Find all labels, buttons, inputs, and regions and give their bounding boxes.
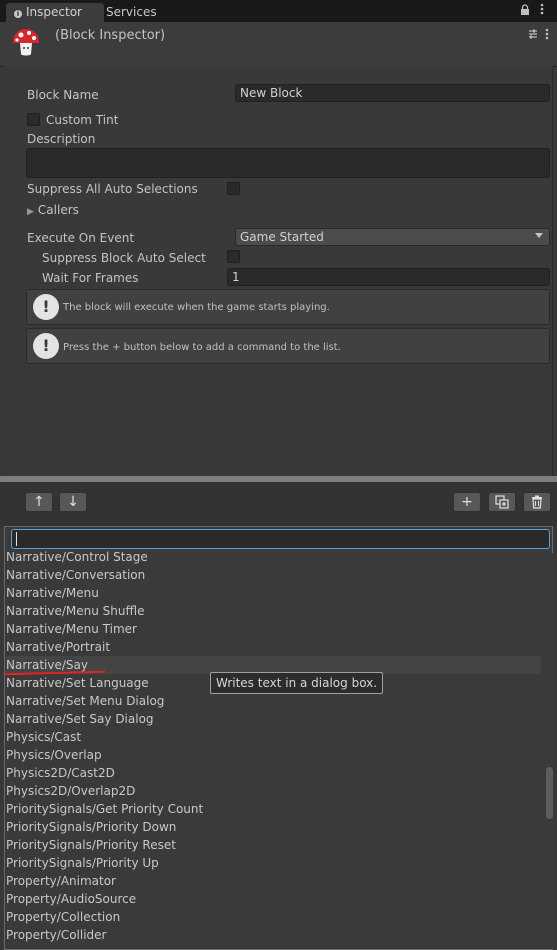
move-up-button[interactable]: ↑	[25, 492, 53, 512]
lock-icon[interactable]	[520, 4, 530, 19]
page-title: (Block Inspector)	[55, 28, 166, 43]
execute-label: Execute On Event	[27, 231, 135, 245]
inspector-header: (Block Inspector)	[0, 22, 557, 67]
custom-tint-label: Custom Tint	[46, 113, 119, 127]
tooltip: Writes text in a dialog box.	[210, 672, 384, 694]
move-down-button[interactable]: ↓	[59, 492, 87, 512]
help-text-execute: The block will execute when the game sta…	[63, 302, 330, 313]
help-box-execute: ! The block will execute when the game s…	[26, 289, 550, 325]
custom-tint-checkbox[interactable]	[27, 113, 40, 126]
tab-inspector[interactable]: i Inspector	[6, 3, 104, 22]
duplicate-command-button[interactable]	[488, 492, 516, 512]
list-item[interactable]: Property/Collider	[6, 926, 541, 944]
wait-frames-field[interactable]: 1	[227, 268, 550, 286]
trash-icon	[532, 495, 542, 509]
execute-dropdown-value: Game Started	[240, 230, 324, 244]
description-field[interactable]	[26, 148, 550, 178]
list-item[interactable]: Property/AudioSource	[6, 890, 541, 908]
description-label: Description	[27, 132, 96, 146]
menu-dots-icon[interactable]	[540, 3, 544, 18]
callers-foldout[interactable]: ▶ Callers	[27, 203, 79, 217]
list-item[interactable]: Narrative/Set Say Dialog	[6, 710, 541, 728]
tab-services[interactable]: Services	[98, 3, 165, 22]
tab-inspector-label: Inspector	[26, 5, 82, 19]
chevron-down-icon	[535, 233, 543, 238]
list-item[interactable]: Physics2D/Cast2D	[6, 764, 541, 782]
list-item[interactable]: PrioritySignals/Priority Up	[6, 854, 541, 872]
list-item[interactable]: PrioritySignals/Get Priority Count	[6, 800, 541, 818]
list-item[interactable]: Narrative/Menu	[6, 584, 541, 602]
list-item[interactable]: Narrative/Conversation	[6, 566, 541, 584]
header-menu-icon[interactable]	[545, 28, 549, 43]
list-item[interactable]: Narrative/Menu Shuffle	[6, 602, 541, 620]
suppress-block-label: Suppress Block Auto Select	[42, 251, 206, 265]
list-item[interactable]: PrioritySignals/Priority Down	[6, 818, 541, 836]
text-caret	[16, 532, 17, 546]
list-item[interactable]: Property/Collection	[6, 908, 541, 926]
block-name-label: Block Name	[27, 88, 99, 102]
warning-icon: !	[33, 294, 59, 320]
wait-frames-label: Wait For Frames	[42, 271, 139, 285]
list-item[interactable]: Physics2D/Overlap2D	[6, 782, 541, 800]
delete-command-button[interactable]	[523, 492, 551, 512]
triangle-right-icon: ▶	[27, 207, 34, 217]
list-item[interactable]: Physics/Overlap	[6, 746, 541, 764]
execute-dropdown[interactable]: Game Started	[235, 228, 550, 246]
duplicate-icon	[495, 495, 509, 509]
search-input[interactable]	[11, 529, 550, 549]
list-item[interactable]: Physics/Cast	[6, 728, 541, 746]
suppress-all-checkbox[interactable]	[227, 182, 240, 195]
suppress-block-checkbox[interactable]	[227, 250, 240, 263]
list-item[interactable]: Narrative/Set Menu Dialog	[6, 692, 541, 710]
list-item[interactable]: Narrative/Control Stage	[6, 548, 541, 566]
callers-label: Callers	[37, 203, 79, 217]
block-form: Block Name New Block Custom Tint Descrip…	[5, 66, 553, 476]
list-item[interactable]: Narrative/Menu Timer	[6, 620, 541, 638]
mushroom-icon	[10, 26, 42, 58]
list-item[interactable]: PrioritySignals/Priority Reset	[6, 836, 541, 854]
scrollbar[interactable]	[545, 553, 554, 949]
info-icon: i	[14, 10, 22, 18]
list-item[interactable]: Property/Animator	[6, 872, 541, 890]
add-command-button[interactable]: +	[453, 492, 481, 512]
pin-icon[interactable]	[527, 28, 539, 43]
block-name-field[interactable]: New Block	[235, 84, 550, 102]
warning-icon: !	[33, 333, 59, 359]
scrollbar-thumb[interactable]	[546, 767, 553, 819]
command-toolbar: ↑ ↓ +	[0, 482, 557, 526]
help-box-add: ! Press the + button below to add a comm…	[26, 328, 550, 364]
tab-bar: i Inspector Services	[0, 0, 557, 22]
suppress-all-label: Suppress All Auto Selections	[27, 182, 198, 196]
tab-services-label: Services	[106, 5, 157, 19]
help-text-add: Press the + button below to add a comman…	[63, 342, 341, 353]
list-item[interactable]: Narrative/Portrait	[6, 638, 541, 656]
command-picker: Narrative/Control Stage Narrative/Convers…	[4, 526, 554, 950]
